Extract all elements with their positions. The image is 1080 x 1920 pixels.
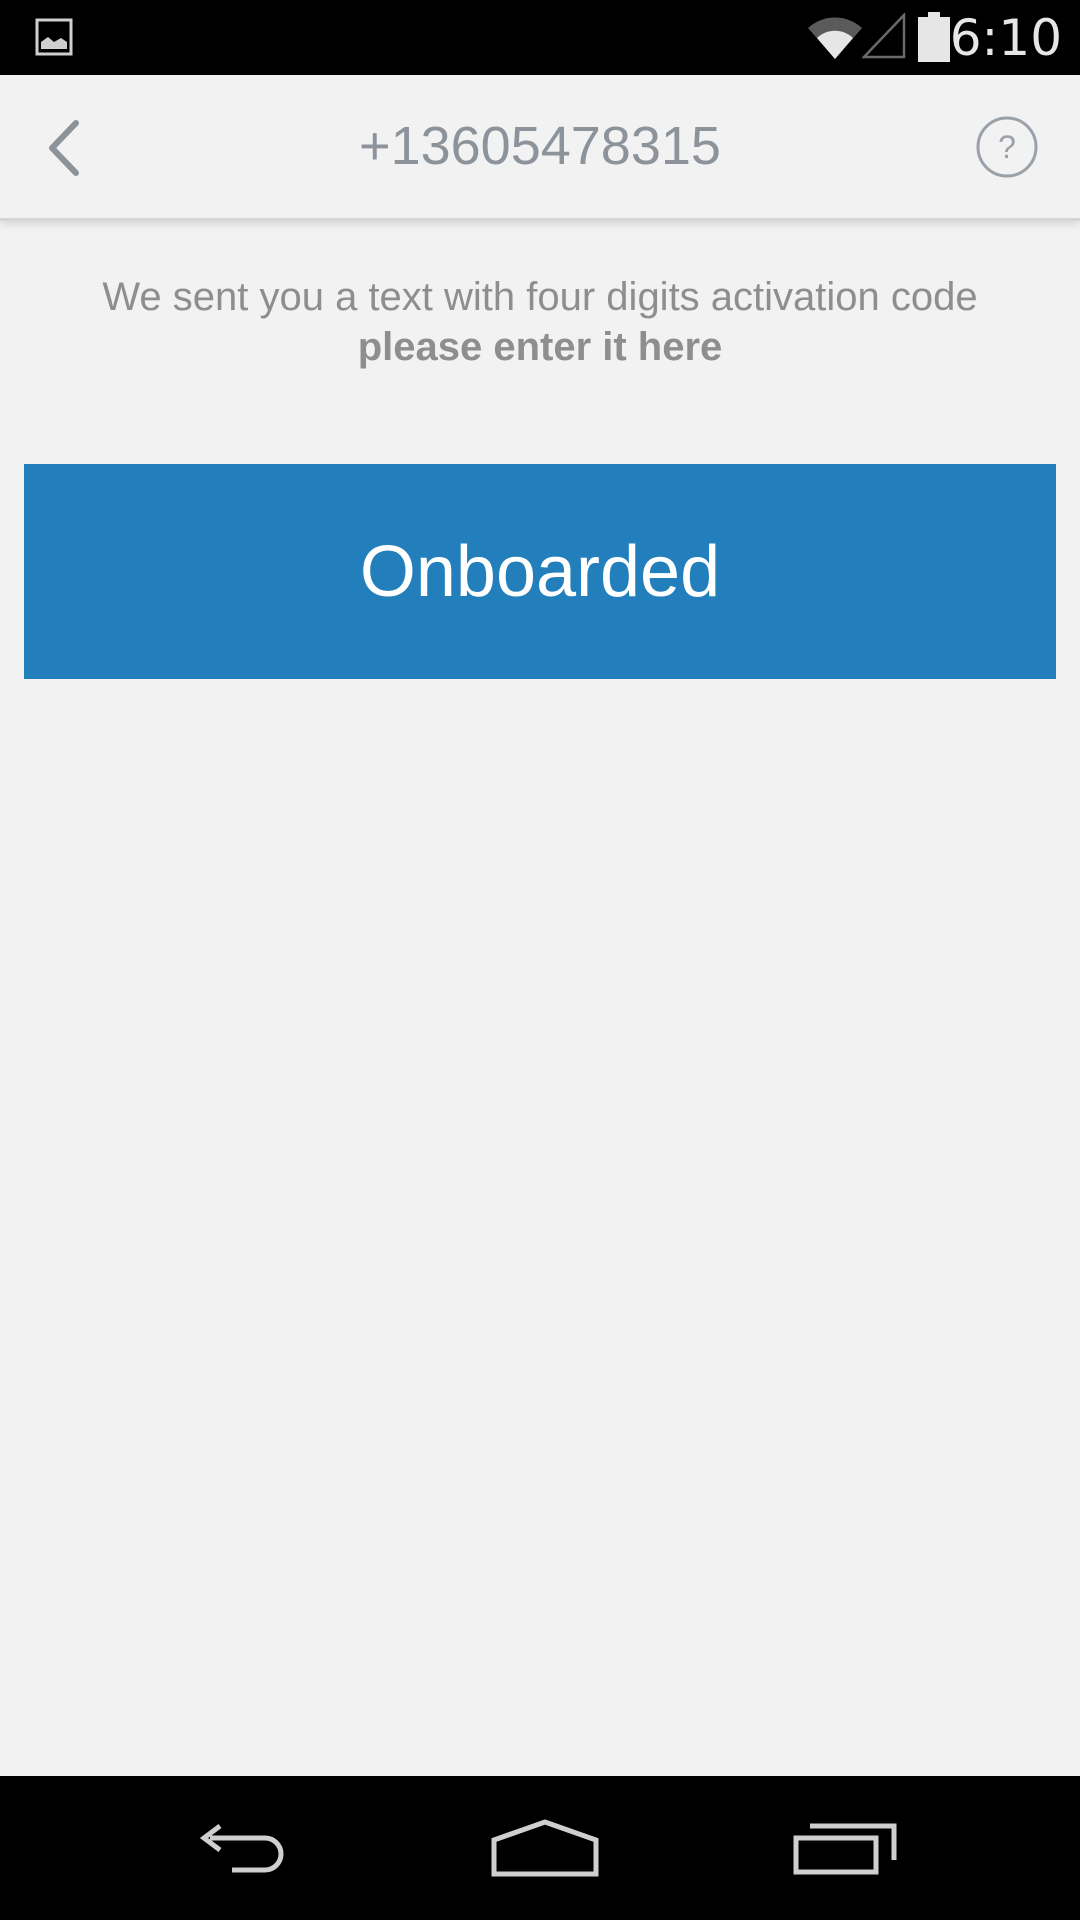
status-time: 6:10	[949, 9, 1062, 67]
wifi-icon	[808, 17, 862, 59]
battery-icon	[918, 12, 950, 62]
message-line-2: please enter it here	[357, 325, 723, 369]
nav-recents-button[interactable]	[752, 1776, 932, 1920]
status-bar: 6:10	[0, 0, 1080, 75]
chevron-left-icon[interactable]	[40, 115, 90, 181]
activation-message: We sent you a text with four digits acti…	[0, 272, 1080, 372]
svg-text:?: ?	[998, 129, 1016, 165]
page-title: +13605478315	[359, 116, 721, 176]
gallery-icon	[35, 18, 73, 56]
message-line-1: We sent you a text with four digits acti…	[102, 275, 978, 319]
nav-home-button[interactable]	[450, 1776, 630, 1920]
recents-icon	[793, 1823, 897, 1875]
home-icon	[491, 1819, 599, 1877]
screen: 6:10 +13605478315 ? We sent you a text w…	[0, 0, 1080, 1920]
cell-signal-icon	[862, 13, 906, 59]
app-header: +13605478315 ?	[0, 75, 1080, 221]
onboarded-button[interactable]: Onboarded	[24, 464, 1056, 679]
navigation-bar	[0, 1776, 1080, 1920]
back-icon	[199, 1824, 284, 1873]
question-circle-icon[interactable]: ?	[976, 116, 1038, 178]
nav-back-button[interactable]	[150, 1776, 330, 1920]
